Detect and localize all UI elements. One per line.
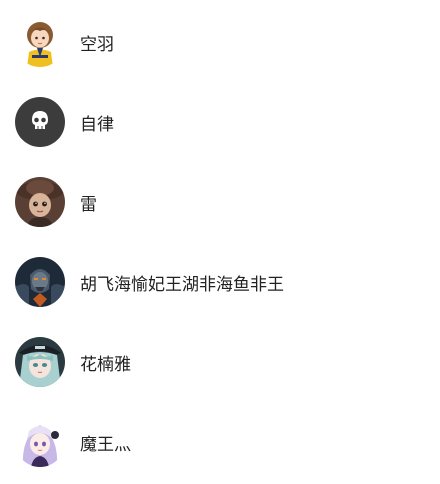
friend-list: 空羽 自律 雷 胡飞海愉妃王湖非海鱼非王 花楠雅 魔王灬 <box>0 0 440 484</box>
friend-item[interactable]: 魔王灬 <box>0 402 440 482</box>
friend-name: 花楠雅 <box>80 354 131 375</box>
friend-item[interactable]: 花楠雅 <box>0 322 440 402</box>
friend-name: 自律 <box>80 114 114 135</box>
avatar-skull-icon[interactable] <box>15 97 65 147</box>
avatar-purple-hair-girl-icon[interactable] <box>15 417 65 467</box>
friend-item[interactable]: 胡飞海愉妃王湖非海鱼非王 <box>0 242 440 322</box>
friend-name: 胡飞海愉妃王湖非海鱼非王 <box>80 274 284 295</box>
friend-name: 空羽 <box>80 34 114 55</box>
friend-item[interactable]: 空羽 <box>0 2 440 82</box>
avatar-cartoon-girl-icon[interactable] <box>15 17 65 67</box>
friend-name: 魔王灬 <box>80 434 131 455</box>
friend-name: 雷 <box>80 194 97 215</box>
friend-item[interactable]: 雷 <box>0 162 440 242</box>
avatar-armored-warrior-icon[interactable] <box>15 257 65 307</box>
avatar-anime-girl-icon[interactable] <box>15 337 65 387</box>
avatar-boy-hat-icon[interactable] <box>15 177 65 227</box>
friend-item[interactable]: 自律 <box>0 82 440 162</box>
